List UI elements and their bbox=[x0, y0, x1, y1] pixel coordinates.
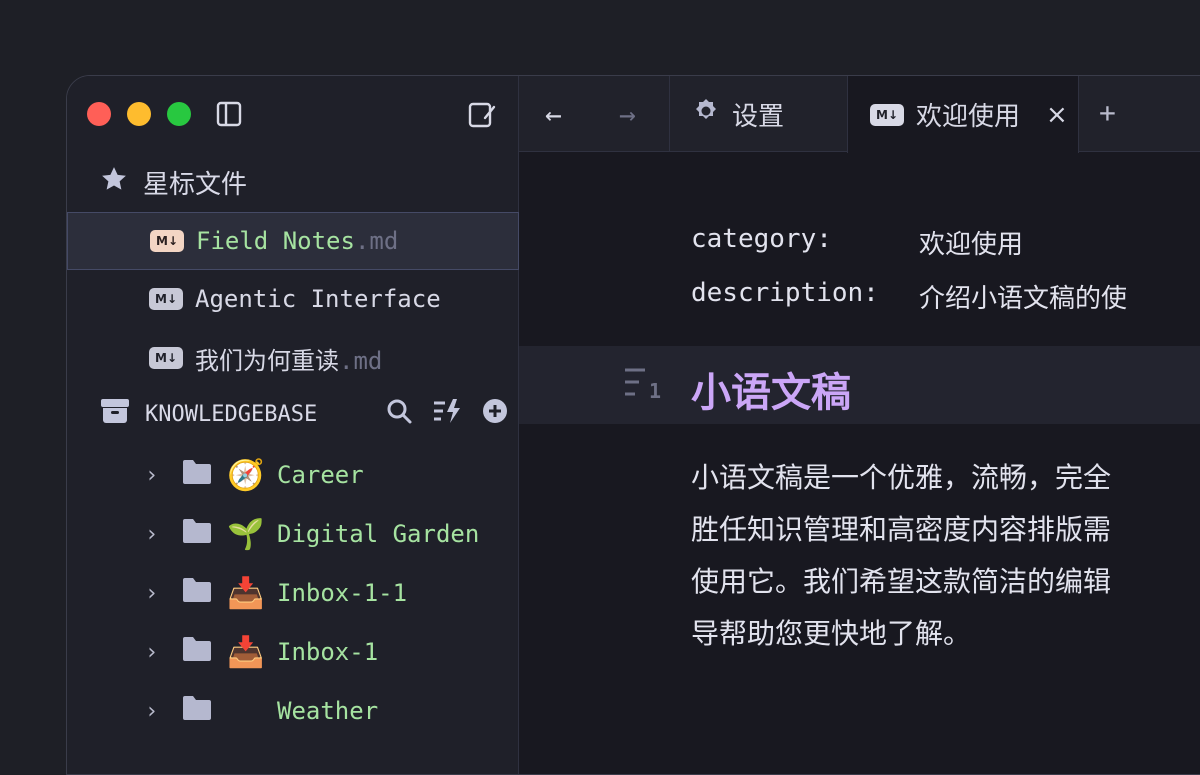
app-window: 星标文件 M↓ Field Notes.md M↓ Agentic Interf… bbox=[66, 75, 1200, 775]
folder-icon bbox=[181, 694, 223, 728]
tab-bar: ← → 设置 M↓ 欢迎使用 × + bbox=[519, 76, 1200, 153]
file-ext: .md bbox=[354, 227, 399, 255]
archive-box-icon bbox=[99, 396, 131, 432]
editor[interactable]: category: 欢迎使用 description: 介绍小语文稿的使 1 小… bbox=[519, 152, 1200, 774]
folder-item-inbox-1[interactable]: › 📥 Inbox-1 bbox=[145, 623, 378, 681]
folder-name: Career bbox=[277, 461, 364, 489]
heading-level-icon: 1 bbox=[623, 366, 665, 406]
paragraph-line: 导帮助您更快地了解。 bbox=[691, 617, 972, 650]
frontmatter-key: category: bbox=[691, 224, 832, 254]
file-name: Agentic Interface bbox=[195, 285, 441, 313]
search-icon[interactable] bbox=[385, 397, 413, 431]
tab-welcome[interactable]: M↓ 欢迎使用 × bbox=[847, 76, 1079, 153]
minimize-window-button[interactable] bbox=[127, 102, 151, 126]
forward-arrow-icon[interactable]: → bbox=[619, 98, 636, 131]
folder-icon bbox=[181, 576, 223, 610]
folder-item-digital-garden[interactable]: › 🌱 Digital Garden bbox=[145, 505, 479, 563]
starred-section-header[interactable]: 星标文件 bbox=[99, 164, 247, 201]
paragraph-line: 胜任知识管理和高密度内容排版需 bbox=[691, 513, 1112, 546]
sidebar-toggle-icon[interactable] bbox=[215, 100, 243, 132]
tab-settings[interactable]: 设置 bbox=[669, 76, 847, 152]
knowledgebase-title: KNOWLEDGEBASE bbox=[145, 401, 318, 427]
chevron-right-icon[interactable]: › bbox=[145, 522, 181, 547]
markdown-icon: M↓ bbox=[149, 347, 183, 369]
starred-file-reread[interactable]: M↓ 我们为何重读.md bbox=[67, 329, 519, 387]
folder-name: Digital Garden bbox=[277, 520, 480, 548]
chevron-right-icon[interactable]: › bbox=[145, 699, 181, 724]
file-name: 我们为何重读 bbox=[195, 346, 339, 375]
folder-name: Weather bbox=[277, 697, 379, 725]
compass-icon: 🧭 bbox=[227, 457, 265, 493]
paragraph-line: 使用它。我们希望这款简洁的编辑 bbox=[691, 565, 1112, 598]
frontmatter-value: 欢迎使用 bbox=[919, 230, 1024, 260]
maximize-window-button[interactable] bbox=[167, 102, 191, 126]
heading-1: 小语文稿 bbox=[691, 370, 851, 416]
star-icon bbox=[99, 164, 129, 201]
back-arrow-icon[interactable]: ← bbox=[545, 98, 562, 131]
seedling-icon: 🌱 bbox=[227, 516, 265, 552]
tab-label: 欢迎使用 bbox=[916, 102, 1021, 132]
folder-name: Inbox-1 bbox=[277, 638, 379, 666]
sidebar: 星标文件 M↓ Field Notes.md M↓ Agentic Interf… bbox=[67, 76, 519, 774]
starred-file-field-notes[interactable]: M↓ Field Notes.md bbox=[67, 212, 519, 270]
folder-name: Inbox-1-1 bbox=[277, 579, 408, 607]
markdown-icon: M↓ bbox=[149, 288, 183, 310]
main-pane: ← → 设置 M↓ 欢迎使用 × + category: 欢迎使用 descri bbox=[519, 76, 1200, 774]
folder-icon bbox=[181, 635, 223, 669]
new-tab-button[interactable]: + bbox=[1099, 96, 1116, 129]
gear-icon bbox=[692, 97, 720, 132]
frontmatter-row: category: 欢迎使用 bbox=[691, 224, 1023, 261]
folder-item-inbox-1-1[interactable]: › 📥 Inbox-1-1 bbox=[145, 564, 407, 622]
markdown-icon: M↓ bbox=[870, 103, 904, 126]
inbox-tray-icon: 📥 bbox=[227, 634, 265, 670]
frontmatter-value: 介绍小语文稿的使 bbox=[919, 284, 1128, 314]
knowledgebase-header[interactable]: KNOWLEDGEBASE bbox=[99, 396, 509, 432]
chevron-right-icon[interactable]: › bbox=[145, 463, 181, 488]
tab-label: 设置 bbox=[732, 101, 785, 132]
file-name: Field Notes bbox=[196, 227, 355, 255]
frontmatter-row: description: 介绍小语文稿的使 bbox=[691, 278, 1127, 315]
chevron-right-icon[interactable]: › bbox=[145, 581, 181, 606]
add-circle-icon[interactable] bbox=[481, 397, 509, 431]
paragraph: 小语文稿是一个优雅，流畅，完全 胜任知识管理和高密度内容排版需 使用它。我们希望… bbox=[691, 452, 1200, 660]
starred-file-agentic-interface[interactable]: M↓ Agentic Interface bbox=[67, 270, 519, 328]
chevron-right-icon[interactable]: › bbox=[145, 640, 181, 665]
frontmatter-key: description: bbox=[691, 278, 879, 308]
paragraph-line: 小语文稿是一个优雅，流畅，完全 bbox=[691, 461, 1112, 494]
folder-item-career[interactable]: › 🧭 Career bbox=[145, 446, 364, 504]
file-ext: .md bbox=[339, 346, 383, 375]
active-line-highlight bbox=[519, 346, 1200, 424]
markdown-icon: M↓ bbox=[150, 230, 184, 252]
folder-icon bbox=[181, 517, 223, 551]
close-icon[interactable]: × bbox=[1046, 100, 1068, 130]
folder-icon bbox=[181, 458, 223, 492]
folder-item-weather[interactable]: › Weather bbox=[145, 682, 378, 740]
new-note-icon[interactable] bbox=[467, 100, 497, 134]
traffic-lights bbox=[87, 102, 191, 126]
heading-level-number: 1 bbox=[649, 379, 661, 402]
sort-ai-icon[interactable] bbox=[431, 397, 463, 431]
close-window-button[interactable] bbox=[87, 102, 111, 126]
inbox-tray-icon: 📥 bbox=[227, 575, 265, 611]
starred-title: 星标文件 bbox=[143, 170, 248, 200]
